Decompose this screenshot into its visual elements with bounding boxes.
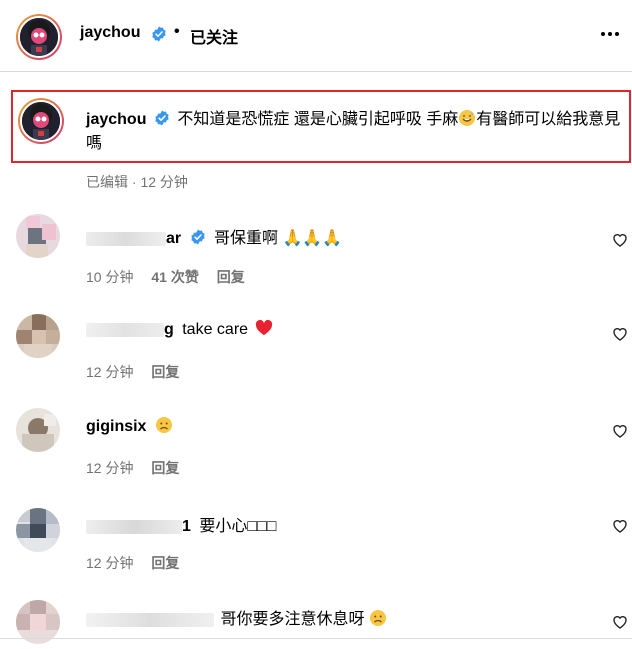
blurred-username xyxy=(86,519,182,534)
heart-outline-icon[interactable] xyxy=(612,614,628,630)
comment-4-text: 要小心□□□ xyxy=(199,518,277,535)
more-options-button[interactable] xyxy=(598,22,622,46)
comment-2-username[interactable]: g xyxy=(164,321,174,338)
blurred-username xyxy=(86,322,164,337)
caption-username[interactable]: jaychou xyxy=(86,111,146,128)
caption-time[interactable]: 12 分钟 xyxy=(140,174,187,190)
header-avatar[interactable] xyxy=(16,14,62,60)
header-separator-dot: • xyxy=(174,23,180,40)
comment-avatar[interactable] xyxy=(16,508,60,552)
comment-1-meta: 10 分钟 41 次赞 回复 xyxy=(86,267,245,287)
edited-label: 已编辑 xyxy=(86,174,128,190)
bottom-divider xyxy=(0,638,632,639)
comment-4-reply-button[interactable]: 回复 xyxy=(151,555,179,571)
heart-outline-icon[interactable] xyxy=(612,232,628,248)
blurred-username xyxy=(86,231,166,246)
meta-separator: · xyxy=(131,174,137,190)
more-icon-dot xyxy=(608,32,612,36)
comment-5-line: 哥你要多注意休息呀 xyxy=(86,605,387,629)
blurred-username xyxy=(86,612,214,627)
comment-1-text: 哥保重啊 xyxy=(214,230,279,247)
comment-2-line: g take care xyxy=(86,319,273,339)
comment-3-reply-button[interactable]: 回复 xyxy=(151,460,179,476)
comment-2-time[interactable]: 12 分钟 xyxy=(86,364,133,380)
verified-badge-icon xyxy=(190,229,205,245)
verified-badge-icon xyxy=(152,26,166,42)
header-username[interactable]: jaychou xyxy=(80,24,140,42)
heart-outline-icon[interactable] xyxy=(612,423,628,439)
comment-avatar[interactable] xyxy=(16,214,60,258)
caption-body-part1: 不知道是恐慌症 還是心臟引起呼吸 手麻 xyxy=(177,111,459,128)
comment-2-text: take care xyxy=(182,321,249,338)
avatar-image-icon xyxy=(20,18,58,56)
sad-face-emoji-icon xyxy=(155,417,172,433)
comment-3-time[interactable]: 12 分钟 xyxy=(86,460,133,476)
comment-2-reply-button[interactable]: 回复 xyxy=(151,364,179,380)
comment-4-meta: 12 分钟 回复 xyxy=(86,553,179,573)
verified-badge-icon xyxy=(155,110,169,126)
comment-5-text: 哥你要多注意休息呀 xyxy=(220,611,365,628)
comment-3-meta: 12 分钟 回复 xyxy=(86,458,179,478)
comment-avatar[interactable] xyxy=(16,408,60,452)
comment-4-line: 1 要小心□□□ xyxy=(86,512,276,536)
sad-face-emoji-icon xyxy=(369,610,386,626)
comment-3-line: giginsix xyxy=(86,416,173,436)
comment-3-username[interactable]: giginsix xyxy=(86,418,146,435)
comment-1-line: ar 哥保重啊 🙏🙏🙏 xyxy=(86,224,342,248)
follow-status-button[interactable]: 已关注 xyxy=(190,24,238,48)
comment-2-meta: 12 分钟 回复 xyxy=(86,362,179,382)
caption-meta: 已编辑 · 12 分钟 xyxy=(86,172,188,192)
red-heart-emoji-icon xyxy=(255,319,272,335)
comment-4-time[interactable]: 12 分钟 xyxy=(86,555,133,571)
comment-1-username[interactable]: ar xyxy=(166,230,181,247)
comment-4-username[interactable]: 1 xyxy=(182,518,191,535)
caption-text: jaychou 不知道是恐慌症 還是心臟引起呼吸 手麻 有醫師可以給我意見嗎 xyxy=(86,108,626,156)
more-icon-dot xyxy=(615,32,619,36)
comment-1-likes[interactable]: 41 次赞 xyxy=(151,269,198,285)
more-icon xyxy=(601,32,605,36)
avatar-image-icon xyxy=(22,102,60,140)
heart-outline-icon[interactable] xyxy=(612,518,628,534)
caption-avatar[interactable] xyxy=(18,98,64,144)
heart-outline-icon[interactable] xyxy=(612,326,628,342)
comment-avatar[interactable] xyxy=(16,314,60,358)
sweat-smile-emoji-icon xyxy=(459,110,476,126)
comment-1-time[interactable]: 10 分钟 xyxy=(86,269,133,285)
post-header: jaychou • 已关注 xyxy=(0,0,632,72)
comment-1-reply-button[interactable]: 回复 xyxy=(217,269,245,285)
folded-hands-emoji-icon: 🙏🙏🙏 xyxy=(282,230,343,247)
